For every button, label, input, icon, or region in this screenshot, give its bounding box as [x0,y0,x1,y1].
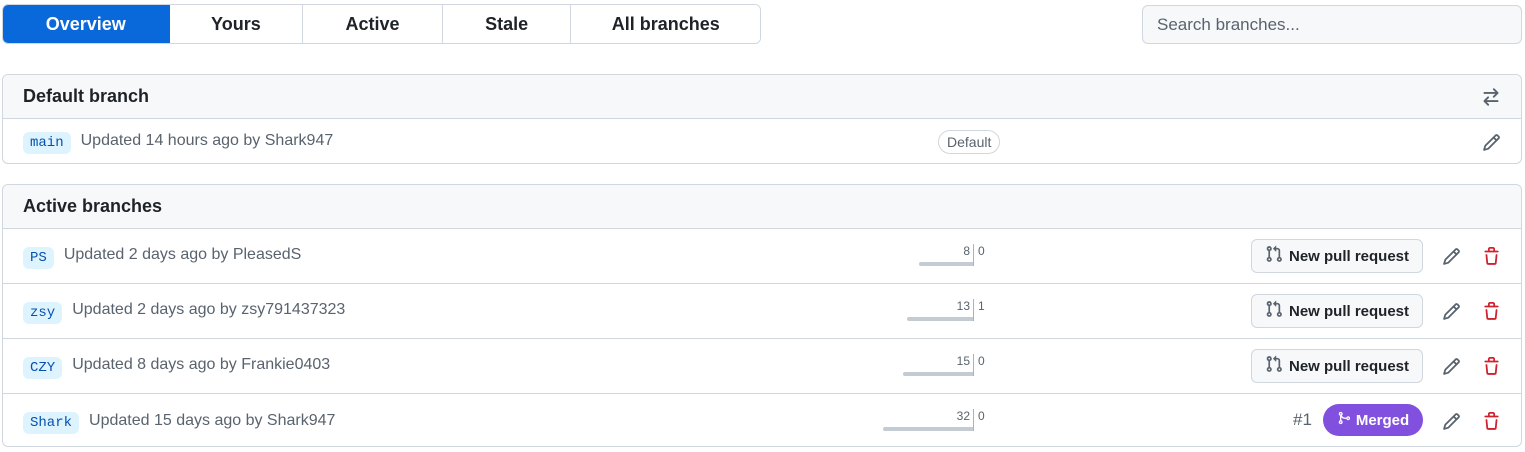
ahead-behind-indicator: 8 0 [873,229,1073,283]
trash-icon[interactable] [1477,297,1505,325]
ahead-count: 0 [978,244,985,258]
arrow-switch-icon[interactable] [1477,83,1505,111]
git-pull-request-icon [1265,245,1283,267]
behind-count: 32 [956,409,970,423]
trash-icon[interactable] [1477,407,1505,435]
new-pull-request-label: New pull request [1288,357,1410,375]
branch-updated-text: Updated 2 days ago by PleasedS [63,246,302,263]
new-pull-request-button[interactable]: New pull request [1251,239,1423,273]
branch-updated-text: Updated 15 days ago by Shark947 [89,411,336,429]
branch-info: PS Updated 2 days ago by PleasedS [23,229,301,283]
branch-row: CZY Updated 8 days ago by Frankie0403 15… [3,339,1521,394]
pencil-icon[interactable] [1437,297,1465,325]
default-badge: Default [938,130,1001,154]
tab-all-branches[interactable]: All branches [571,5,760,43]
new-pull-request-button[interactable]: New pull request [1251,294,1423,328]
ahead-count: 0 [978,354,985,368]
ahead-behind-divider [973,244,974,266]
search-branches-input[interactable] [1142,5,1522,44]
merged-label: Merged [1355,411,1410,429]
active-branches-header: Active branches [3,185,1521,229]
tab-yours[interactable]: Yours [169,5,304,43]
branch-info: zsy Updated 2 days ago by zsy791437323 [23,284,345,338]
branch-updated-text: Updated 8 days ago by Frankie0403 [72,356,331,373]
branch-updated-text: Updated 14 hours ago by Shark947 [80,131,334,149]
trash-icon[interactable] [1477,352,1505,380]
pencil-icon[interactable] [1437,407,1465,435]
branch-row: Shark Updated 15 days ago by Shark947 32… [3,394,1521,446]
branch-name-link[interactable]: main [23,132,71,154]
tab-active[interactable]: Active [303,5,443,43]
branch-updated-text: Updated 2 days ago by zsy791437323 [72,301,346,318]
pencil-icon[interactable] [1437,242,1465,270]
ahead-count: 1 [978,299,985,313]
pencil-icon[interactable] [1437,352,1465,380]
branch-filter-tabs: Overview Yours Active Stale All branches [2,4,761,44]
ahead-behind-indicator: 32 0 [873,394,1073,446]
behind-count: 13 [956,299,970,313]
behind-bar [903,372,973,376]
new-pull-request-label: New pull request [1288,247,1410,265]
default-branch-header: Default branch [3,75,1521,119]
ahead-behind-indicator: 13 1 [873,284,1073,338]
git-pull-request-icon [1265,300,1283,322]
ahead-behind-divider [973,299,974,321]
branch-row: zsy Updated 2 days ago by zsy791437323 1… [3,284,1521,339]
behind-count: 15 [956,354,970,368]
behind-count: 8 [963,244,970,258]
git-pull-request-icon [1265,355,1283,377]
ahead-count: 0 [978,409,985,423]
ahead-behind-indicator: 15 0 [873,339,1073,393]
branch-info: main Updated 14 hours ago by Shark947 [23,119,334,163]
default-branch-section: Default branch main Updated 14 hours ago… [2,74,1522,164]
branch-row-default: main Updated 14 hours ago by Shark947 De… [3,119,1521,163]
pull-request-number-link[interactable]: #1 [1293,410,1312,430]
ahead-behind-divider [973,354,974,376]
behind-bar [907,317,973,321]
section-title: Default branch [23,86,150,106]
git-merge-icon [1337,411,1351,429]
branch-name-link[interactable]: CZY [23,356,63,379]
trash-icon[interactable] [1477,242,1505,270]
branch-info: Shark Updated 15 days ago by Shark947 [23,394,336,446]
branch-row: PS Updated 2 days ago by PleasedS 8 0 Ne… [3,229,1521,284]
ahead-behind-divider [973,409,974,431]
behind-bar [883,427,973,431]
tab-overview[interactable]: Overview [3,5,170,43]
branch-name-link[interactable]: zsy [23,301,63,324]
new-pull-request-button[interactable]: New pull request [1251,349,1423,383]
tab-stale[interactable]: Stale [442,5,572,43]
section-title: Active branches [23,196,163,216]
behind-bar [919,262,973,266]
active-branches-section: Active branches PS Updated 2 days ago by… [2,184,1522,447]
pencil-icon[interactable] [1477,128,1505,156]
branch-name-link[interactable]: Shark [23,412,80,434]
new-pull-request-label: New pull request [1288,302,1410,320]
branch-name-link[interactable]: PS [23,246,54,269]
branch-info: CZY Updated 8 days ago by Frankie0403 [23,339,330,393]
merged-status-badge[interactable]: Merged [1323,404,1423,436]
